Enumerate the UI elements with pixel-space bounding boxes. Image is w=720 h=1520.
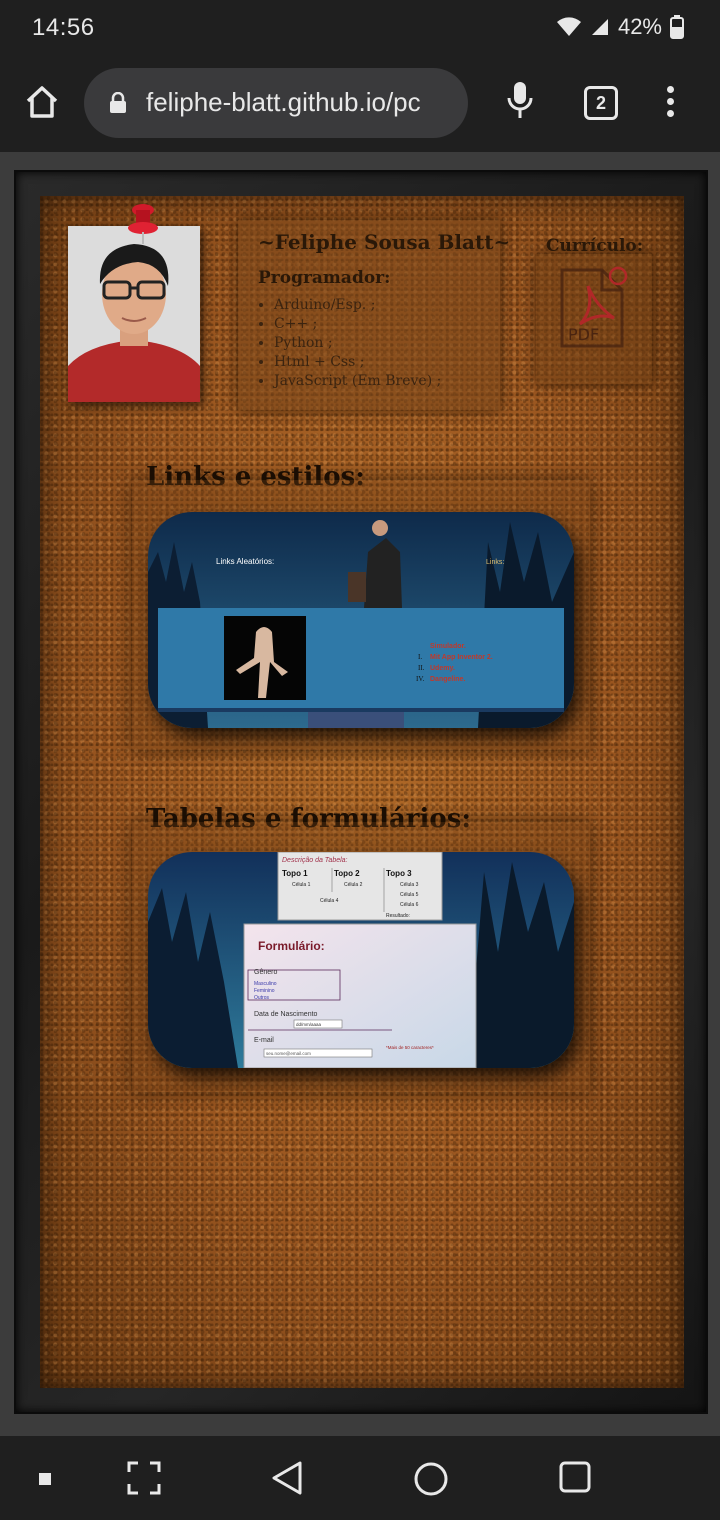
overflow-menu-icon[interactable] [662,86,678,122]
preview-table-cell-3: Célula 3 [400,882,419,888]
tables-preview-thumbnail[interactable]: Descrição da Tabela: Topo 1 Topo 2 Topo … [148,852,574,1068]
preview-gender-legend: Gênero [254,969,277,976]
profile-card: ~Feliphe Sousa Blatt~ Programador: Ardui… [238,220,511,410]
browser-toolbar: feliphe-blatt.github.io/pc 2 [0,56,720,152]
preview-form-note: *Mais de 50 caracteres* [386,1045,434,1050]
microphone-icon[interactable] [504,80,536,124]
preview-email-legend: E-mail [254,1037,274,1044]
url-text: feliphe-blatt.github.io/pc [146,87,421,117]
pushpin-icon [128,204,158,244]
pdf-icon[interactable]: PDF [558,266,630,350]
preview-table-header-1: Topo 1 [282,869,308,878]
status-time: 14:56 [32,14,95,41]
back-icon[interactable] [270,1460,304,1496]
preview-marker-2: II. [418,664,425,672]
preview-table-footer: Resultado: [386,913,410,919]
status-bar: 14:56 42% [0,0,720,56]
preview-links-label: Links Aleatórios: [216,557,274,566]
preview-gender-option-3: Outros [254,995,270,1001]
preview-table-cell-6: Célula 6 [400,902,419,908]
pdf-label: PDF [568,325,599,344]
cv-block: Currículo: PDF [536,236,654,396]
preview-table-cell-1: Célula 1 [292,882,311,888]
preview-table-header-2: Topo 2 [334,869,360,878]
preview-table-cell-5: Célula 5 [400,892,419,898]
list-item: Html + Css ; [274,353,480,372]
preview-link-2: Udemy. [430,665,455,672]
battery-percent: 42% [617,14,662,39]
preview-table-header-3: Topo 3 [386,869,412,878]
preview-date-input: dd/mm/aaaa [296,1022,322,1027]
tab-switcher-button[interactable]: 2 [584,86,618,120]
preview-link-3: Dangeline. [430,676,465,683]
wifi-icon [556,17,581,36]
screen-record-icon[interactable] [38,1472,52,1486]
corkboard: ~Feliphe Sousa Blatt~ Programador: Ardui… [40,196,684,1388]
home-icon[interactable] [22,82,62,122]
screenshot-icon[interactable] [126,1460,162,1496]
preview-table-cell-4: Célula 4 [320,898,339,904]
web-content: ~Feliphe Sousa Blatt~ Programador: Ardui… [0,152,720,1436]
home-nav-icon[interactable] [412,1460,450,1498]
profile-role: Programador: [258,268,391,288]
preview-link-1: Mit App Inventor 2. [430,654,493,661]
links-preview-thumbnail[interactable]: Links Aleatórios: Links: Simulador. I. M… [148,512,574,728]
list-item: C++ ; [274,315,480,334]
profile-name: ~Feliphe Sousa Blatt~ [258,230,511,254]
corkboard-frame: ~Feliphe Sousa Blatt~ Programador: Ardui… [14,170,708,1414]
preview-marker-3: IV. [416,675,424,683]
list-item: Python ; [274,334,480,353]
preview-gender-option-1: Masculino [254,981,277,987]
preview-table-caption: Descrição da Tabela: [282,857,348,864]
system-nav-bar [0,1436,720,1520]
lock-icon [110,92,126,113]
preview-email-input: seu.nome@email.com [266,1051,311,1056]
battery-icon [670,15,684,39]
list-item: Arduino/Esp. ; [274,296,480,315]
status-icons: 42% [556,14,684,40]
address-bar[interactable]: feliphe-blatt.github.io/pc [84,68,468,138]
list-item: JavaScript (Em Breve) ; [274,372,480,391]
cv-label: Currículo: [546,236,644,256]
skills-list: Arduino/Esp. ; C++ ; Python ; Html + Css… [274,296,480,391]
preview-marker-1: I. [418,653,422,661]
preview-gender-option-2: Feminino [254,988,275,994]
recents-icon[interactable] [558,1460,592,1494]
preview-table-cell-2: Célula 2 [344,882,363,888]
preview-links-right-label: Links: [486,559,504,566]
preview-birth-legend: Data de Nascimento [254,1011,318,1018]
signal-icon [591,19,608,35]
profile-photo [68,226,200,402]
preview-link-0: Simulador. [430,643,466,650]
preview-form-title: Formulário: [258,939,325,953]
